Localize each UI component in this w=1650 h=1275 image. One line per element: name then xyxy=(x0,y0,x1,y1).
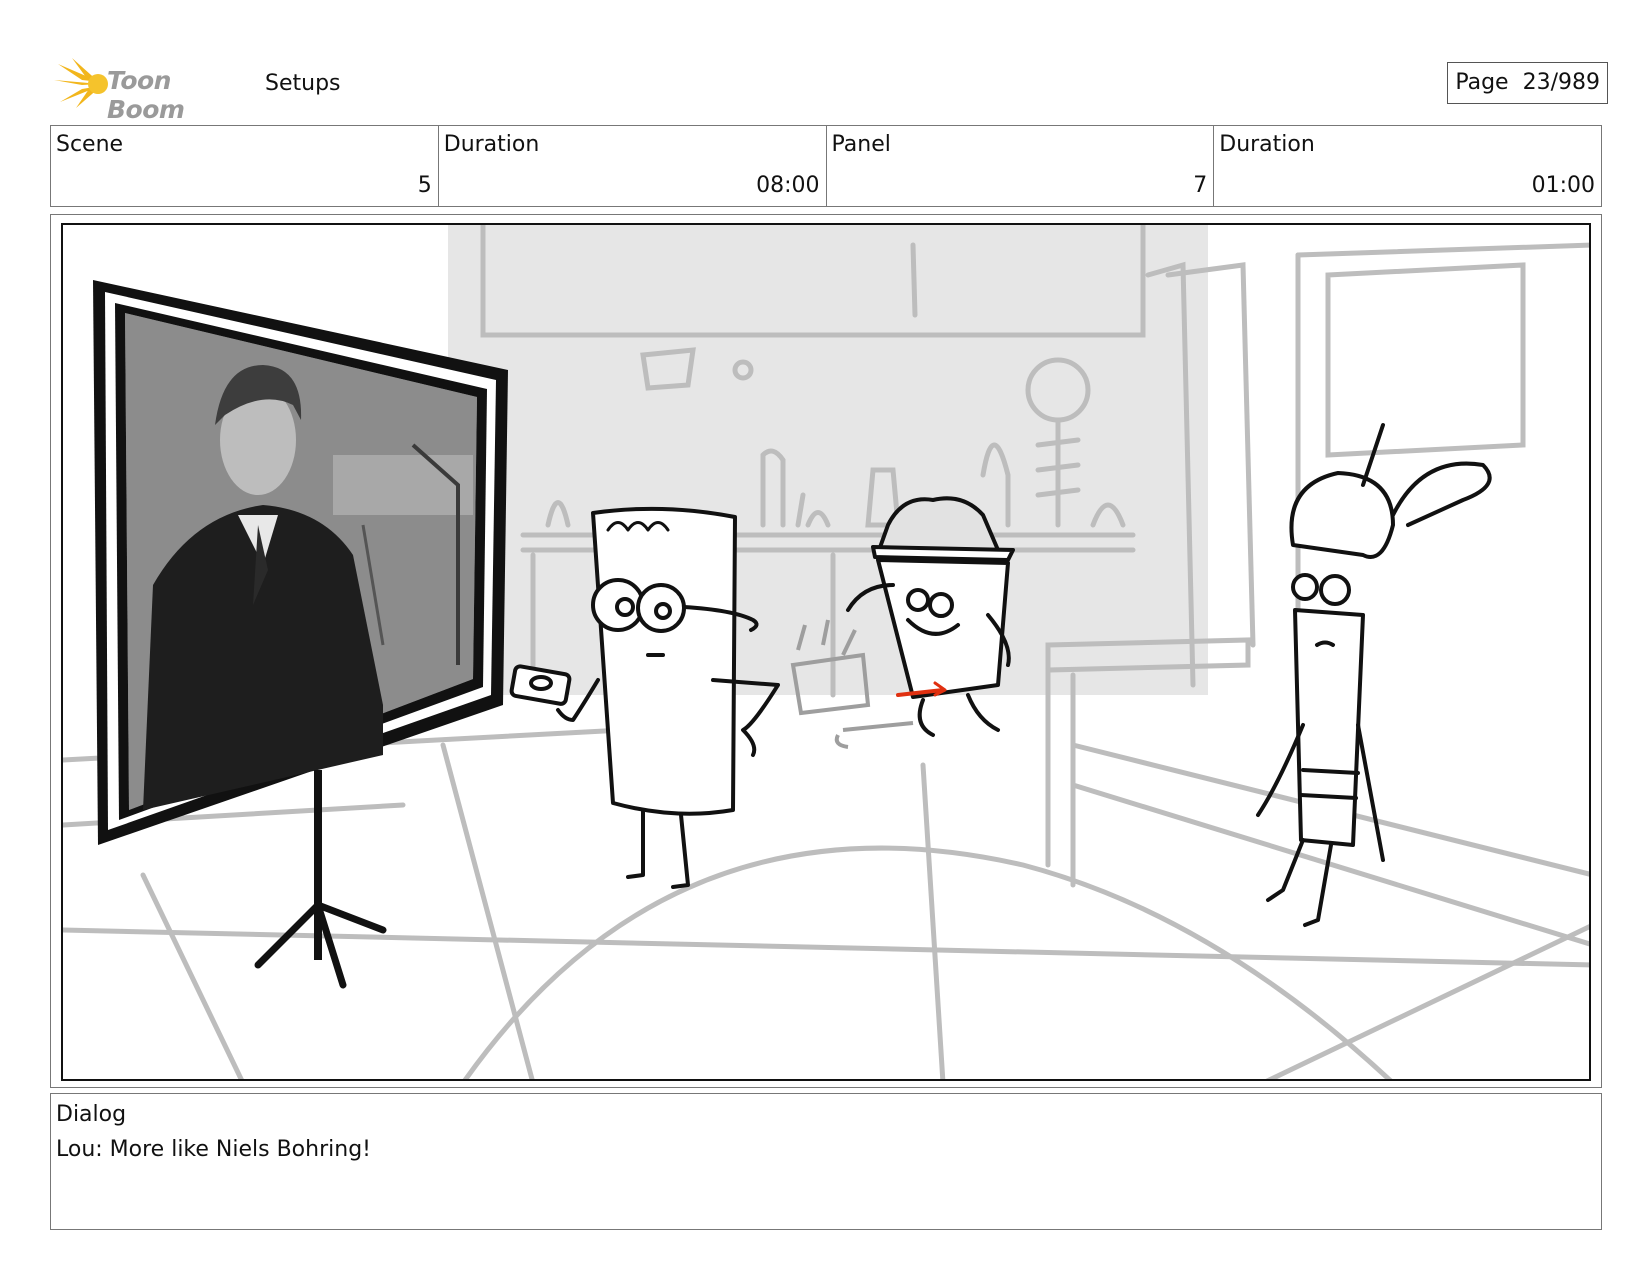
tv-screen-drawing xyxy=(93,280,508,989)
panel-sketch xyxy=(63,225,1589,1079)
page-header: Toon Boom Setups Page 23/989 xyxy=(52,58,1608,124)
scene-label: Scene xyxy=(56,132,124,157)
panel-value: 7 xyxy=(1193,173,1208,198)
dialog-text: Lou: More like Niels Bohring! xyxy=(56,1137,371,1162)
page-indicator: Page 23/989 xyxy=(1447,62,1608,104)
panel-duration-label: Duration xyxy=(1219,132,1315,157)
scene-duration-label: Duration xyxy=(443,132,540,157)
panel-cell: Panel 7 xyxy=(827,126,1215,206)
dialog-label: Dialog xyxy=(56,1102,127,1127)
dialog-box: Dialog Lou: More like Niels Bohring! xyxy=(50,1093,1602,1230)
scene-cell: Scene 5 xyxy=(51,126,439,206)
page-label: Page xyxy=(1455,70,1509,95)
panel-duration-value: 01:00 xyxy=(1531,173,1595,198)
scene-duration-cell: Duration 08:00 xyxy=(439,126,827,206)
storyboard-panel-image xyxy=(61,223,1591,1081)
toon-boom-logo: Toon Boom xyxy=(52,58,247,124)
project-title: Setups xyxy=(265,71,341,96)
scene-info-row: Scene 5 Duration 08:00 Panel 7 Duration … xyxy=(50,125,1602,207)
page-number: 23/989 xyxy=(1522,70,1600,95)
logo-text: Toon Boom xyxy=(107,66,185,124)
scene-duration-value: 08:00 xyxy=(756,173,820,198)
scene-value: 5 xyxy=(417,173,432,198)
storyboard-panel-frame xyxy=(50,214,1602,1088)
panel-label: Panel xyxy=(831,132,891,157)
panel-duration-cell: Duration 01:00 xyxy=(1214,126,1601,206)
logo-burst-icon xyxy=(54,58,108,108)
